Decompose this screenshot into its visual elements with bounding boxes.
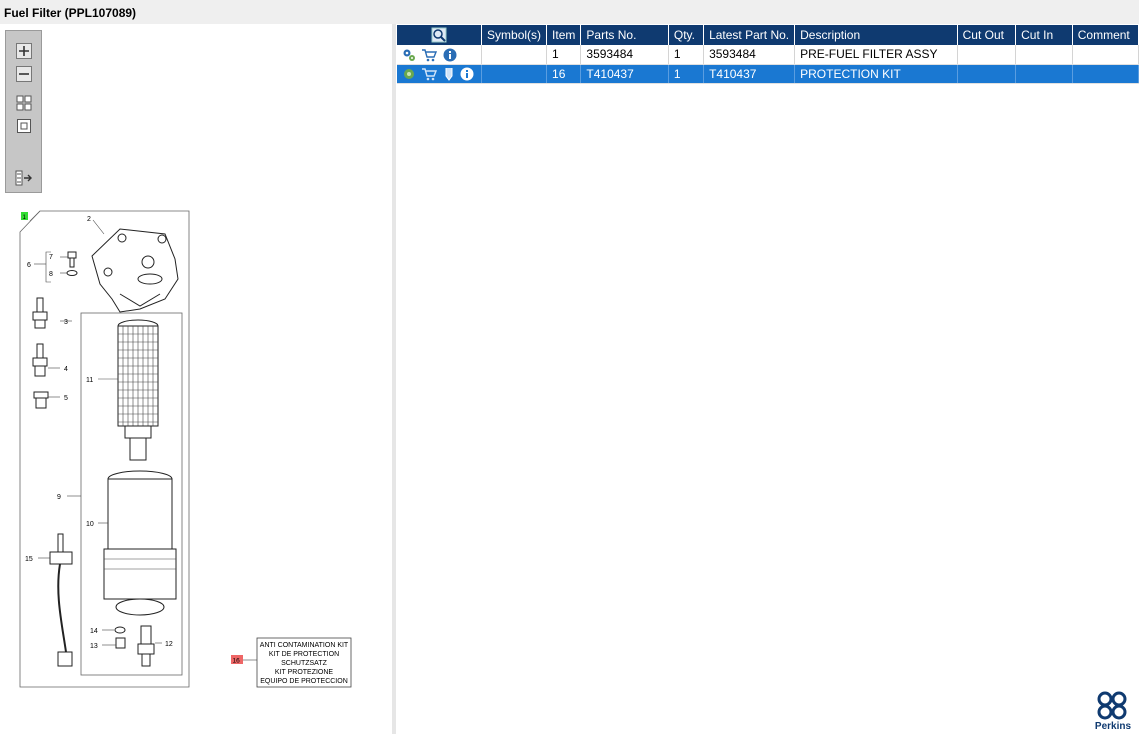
cell-cut-in [1015, 64, 1073, 84]
column-header-latest-part[interactable]: Latest Part No. [703, 25, 796, 45]
callout-6: 6 [27, 262, 31, 269]
row-icons [397, 64, 483, 84]
kit-label-line: KIT PROTEZIONE [275, 669, 334, 676]
cell-symbols [481, 45, 548, 65]
drain-valve-part[interactable] [137, 625, 155, 667]
column-header-symbols[interactable]: Symbol(s) [481, 25, 548, 45]
cell-description: PROTECTION KIT [794, 64, 958, 84]
column-header-item[interactable]: Item [546, 25, 582, 45]
filter-bowl-part[interactable] [103, 470, 177, 616]
cell-comment [1072, 64, 1139, 84]
illustration-pane[interactable]: 1 2 3 4 5 6 7 8 9 10 11 12 13 14 15 16 A… [0, 24, 392, 734]
callout-13: 13 [90, 643, 98, 650]
o-ring-14-part[interactable] [114, 626, 126, 634]
callout-8: 8 [49, 271, 53, 278]
column-header-icons[interactable] [397, 25, 483, 45]
parts-list-pane: Symbol(s) Item Parts No. Qty. Latest Par… [396, 24, 1139, 734]
info-icon[interactable] [460, 67, 474, 81]
drain-plug-13-part[interactable] [115, 637, 126, 649]
callout-2: 2 [87, 216, 91, 223]
perkins-logo: Perkins [1093, 690, 1133, 732]
cell-description: PRE-FUEL FILTER ASSY [794, 45, 958, 65]
cell-comment [1072, 45, 1139, 65]
callout-15: 15 [25, 556, 33, 563]
column-header-cut-out[interactable]: Cut Out [957, 25, 1017, 45]
column-header-description[interactable]: Description [794, 25, 958, 45]
cell-qty: 1 [668, 45, 705, 65]
callout-7: 7 [49, 254, 53, 261]
callout-9: 9 [57, 494, 61, 501]
cell-parts-no[interactable]: 3593484 [580, 45, 669, 65]
cell-cut-in [1015, 45, 1073, 65]
fitting-3-part[interactable] [32, 297, 48, 329]
cell-item: 16 [546, 64, 582, 84]
cell-qty: 1 [668, 64, 705, 84]
cell-parts-no[interactable]: T410437 [580, 64, 669, 84]
kit-icon[interactable] [402, 67, 416, 81]
cell-symbols [481, 64, 548, 84]
table-header-row: Symbol(s) Item Parts No. Qty. Latest Par… [397, 25, 1139, 45]
perkins-logo-icon [1097, 691, 1127, 720]
cell-cut-out [957, 45, 1017, 65]
screw-part[interactable] [66, 251, 78, 276]
filter-element-part[interactable] [117, 319, 159, 461]
cart-icon[interactable] [421, 48, 438, 62]
filter-head-part[interactable] [91, 228, 179, 313]
column-header-qty[interactable]: Qty. [668, 25, 705, 45]
info-icon[interactable] [443, 48, 457, 62]
kit-label-line: EQUIPO DE PROTECCION [260, 678, 348, 685]
plug-5-part[interactable] [33, 391, 49, 409]
kit-label-line: ANTI CONTAMINATION KIT [260, 642, 349, 649]
kit-label-line: KIT DE PROTECTION [269, 651, 339, 658]
title-bar: Fuel Filter (PPL107089) [0, 0, 1139, 24]
parts-table: Symbol(s) Item Parts No. Qty. Latest Par… [397, 25, 1139, 84]
row-icons [397, 45, 483, 65]
water-sensor-part[interactable] [49, 533, 73, 667]
cart-icon[interactable] [421, 67, 438, 81]
callout-5: 5 [64, 395, 68, 402]
column-header-parts-no[interactable]: Parts No. [580, 25, 669, 45]
table-row-selected[interactable]: 16 T410437 1 T410437 PROTECTION KIT [397, 64, 1139, 84]
cell-item: 1 [546, 45, 582, 65]
table-row[interactable]: 1 3593484 1 3593484 PRE-FUEL FILTER ASSY [397, 45, 1139, 65]
cell-latest-part[interactable]: T410437 [703, 64, 796, 84]
column-header-cut-in[interactable]: Cut In [1015, 25, 1073, 45]
column-header-comment[interactable]: Comment [1072, 25, 1139, 45]
callout-3: 3 [64, 319, 68, 326]
fitting-4-part[interactable] [32, 343, 48, 377]
kit-label-line: SCHUTZSATZ [281, 660, 327, 667]
cell-cut-out [957, 64, 1017, 84]
exploded-diagram: 1 2 3 4 5 6 7 8 9 10 11 12 13 14 15 16 A… [19, 210, 352, 688]
callout-11: 11 [86, 377, 93, 384]
cell-latest-part[interactable]: 3593484 [703, 45, 796, 65]
page-title: Fuel Filter (PPL107089) [4, 6, 137, 20]
item-16-label: 16 [233, 658, 241, 665]
search-list-icon[interactable] [431, 27, 447, 43]
callout-4: 4 [64, 366, 68, 373]
service-kit-icon[interactable] [443, 67, 455, 81]
brand-name: Perkins [1094, 721, 1132, 732]
callout-12: 12 [165, 641, 173, 648]
callout-10: 10 [86, 521, 94, 528]
gears-icon[interactable] [402, 48, 416, 62]
callout-14: 14 [90, 628, 98, 635]
